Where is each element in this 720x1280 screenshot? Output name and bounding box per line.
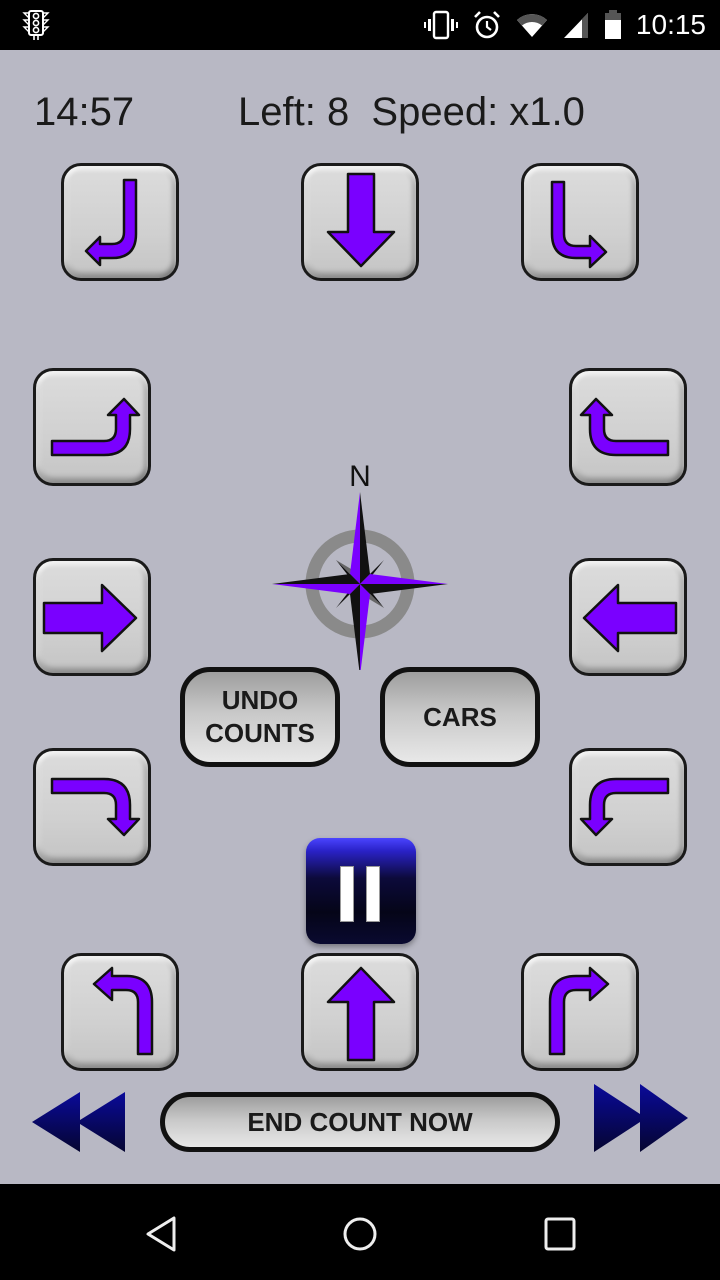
turn-left-up-icon [579,397,670,457]
movement-button-through-up[interactable] [301,953,419,1071]
movement-button-turn-up-right[interactable] [521,953,639,1071]
arrow-down-icon [326,172,396,268]
count-timer: 14:57 [34,90,135,134]
compass-icon [272,492,448,670]
signal-icon [563,13,588,38]
rewind-button[interactable] [30,1090,128,1154]
pause-icon [340,866,354,922]
back-icon[interactable] [138,1212,182,1256]
home-icon[interactable] [338,1212,382,1256]
movement-button-u-turn-left-down[interactable] [61,163,179,281]
movement-button-through-left[interactable] [569,558,687,676]
turn-down-right-icon [550,180,608,269]
left-speed-label: Left: 8 Speed: x1.0 [238,90,585,134]
compass-north-label: N [349,460,371,493]
undo-counts-line1: UNDO [221,685,299,715]
undo-counts-line2: COUNTS [205,718,315,748]
movement-button-turn-right-down[interactable] [33,748,151,866]
arrow-up-icon [326,966,396,1062]
wifi-icon [516,14,547,38]
turn-left-down-icon [579,777,670,837]
main-area: 14:57 Left: 8 Speed: x1.0 N UNDO COUNTS … [0,50,720,1184]
arrow-left-icon [582,583,678,653]
recents-icon[interactable] [538,1212,582,1256]
movement-button-turn-up-left[interactable] [61,953,179,1071]
movement-button-through-right[interactable] [33,558,151,676]
cars-button[interactable]: CARS [380,667,540,767]
arrow-right-icon [42,583,138,653]
status-clock: 10:15 [635,9,706,40]
movement-button-turn-right-up[interactable] [33,368,151,486]
pause-icon-bar [366,866,380,922]
undo-counts-button[interactable]: UNDO COUNTS [180,667,340,767]
fast-forward-button[interactable] [592,1082,690,1154]
rewind-icon [32,1092,125,1152]
movement-button-through-down[interactable] [301,163,419,281]
alarm-icon [474,11,500,39]
movement-button-turn-left-up[interactable] [569,368,687,486]
movement-button-turn-left-down[interactable] [569,748,687,866]
turn-up-right-icon [548,966,610,1056]
movement-button-turn-down-right[interactable] [521,163,639,281]
turn-right-up-icon [50,397,141,457]
traffic-light-icon [22,10,50,40]
status-bar: 10:15 [0,0,720,50]
navigation-bar [0,1184,720,1280]
pause-button[interactable] [306,838,416,944]
u-turn-left-down-icon [84,178,138,267]
fast-forward-icon [594,1084,688,1152]
compass-rose: N [270,460,450,670]
turn-up-left-icon [92,966,154,1056]
turn-right-down-icon [50,777,141,837]
vibrate-icon [423,10,458,40]
end-count-now-button[interactable]: END COUNT NOW [160,1092,560,1152]
battery-icon [604,10,621,39]
